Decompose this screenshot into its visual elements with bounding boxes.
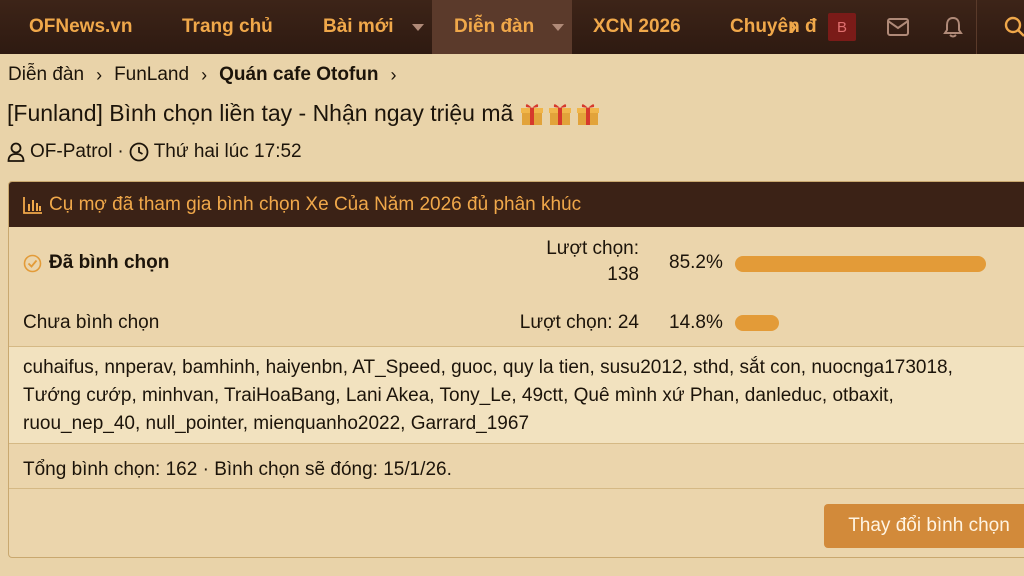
poll-option-label: Chưa bình chọn bbox=[23, 312, 159, 334]
option-percent: 14.8% bbox=[669, 312, 723, 333]
chevron-down-icon[interactable] bbox=[411, 23, 424, 31]
option-votes: Lượt chọn: 138 bbox=[529, 236, 639, 288]
mail-icon[interactable] bbox=[885, 14, 911, 40]
check-circle-icon bbox=[23, 254, 42, 272]
breadcrumb-cafe[interactable]: Quán cafe Otofun bbox=[219, 64, 378, 86]
thread-author[interactable]: OF-Patrol bbox=[30, 141, 112, 163]
option-votes: Lượt chọn: 24 bbox=[489, 310, 639, 336]
voter-list: cuhaifus, nnperav, bamhinh, haiyenbn, AT… bbox=[9, 346, 1024, 444]
voter-line[interactable]: Tướng cướp, minhvan, TraiHoaBang, Lani A… bbox=[23, 382, 1024, 410]
option-label-text: Chưa bình chọn bbox=[23, 312, 160, 333]
nav-home[interactable]: Trang chủ bbox=[182, 0, 273, 54]
nav-forum[interactable]: Diễn đàn bbox=[432, 0, 572, 54]
poll-header: Cụ mợ đã tham gia bình chọn Xe Của Năm 2… bbox=[9, 182, 1024, 227]
user-icon bbox=[7, 142, 25, 162]
poll-block: Cụ mợ đã tham gia bình chọn Xe Của Năm 2… bbox=[8, 181, 1024, 558]
chevron-down-icon[interactable] bbox=[552, 23, 565, 31]
option-votes-label: Lượt chọn: bbox=[519, 312, 613, 333]
bell-icon[interactable] bbox=[940, 14, 966, 40]
poll-summary: Tổng bình chọn: 162 · Bình chọn sẽ đóng:… bbox=[23, 459, 452, 480]
gift-icon bbox=[521, 103, 544, 125]
page-title: [Funland] Bình chọn liền tay - Nhận ngay… bbox=[7, 100, 601, 127]
top-navigation: OFNews.vn Trang chủ Bài mới Diễn đàn XCN… bbox=[0, 0, 1024, 54]
voter-line[interactable]: cuhaifus, nnperav, bamhinh, haiyenbn, AT… bbox=[23, 354, 1024, 382]
option-votes-count: 138 bbox=[607, 264, 639, 285]
nav-forum-label: Diễn đàn bbox=[454, 16, 535, 37]
option-progress-bar bbox=[735, 256, 986, 272]
gift-icon bbox=[549, 103, 572, 125]
breadcrumb: Diễn đàn › FunLand › Quán cafe Otofun › bbox=[8, 64, 408, 86]
nav-divider bbox=[976, 0, 977, 54]
option-progress-bar bbox=[735, 315, 779, 331]
breadcrumb-forum[interactable]: Diễn đàn bbox=[8, 64, 84, 86]
poll-option-label: Đã bình chọn bbox=[23, 252, 169, 274]
poll-option: Chưa bình chọn Lượt chọn: 24 14.8% bbox=[9, 302, 1024, 344]
option-votes-count: 24 bbox=[617, 312, 639, 333]
thread-time[interactable]: Thứ hai lúc 17:52 bbox=[154, 141, 302, 163]
thread-title: [Funland] Bình chọn liền tay - Nhận ngay… bbox=[7, 100, 514, 126]
poll-question: Cụ mợ đã tham gia bình chọn Xe Của Năm 2… bbox=[49, 193, 582, 215]
chevron-right-icon: › bbox=[96, 64, 103, 85]
chevron-right-icon[interactable]: › bbox=[788, 10, 797, 42]
bar-chart-icon bbox=[23, 196, 42, 214]
thread-meta: OF-Patrol · Thứ hai lúc 17:52 bbox=[7, 141, 302, 163]
option-percent: 85.2% bbox=[669, 252, 723, 273]
gift-emojis bbox=[519, 101, 601, 127]
nav-new-posts[interactable]: Bài mới bbox=[323, 0, 424, 54]
nav-xcn-2026[interactable]: XCN 2026 bbox=[593, 0, 681, 54]
gift-icon bbox=[577, 103, 600, 125]
breadcrumb-funland[interactable]: FunLand bbox=[114, 64, 189, 86]
change-vote-button[interactable]: Thay đổi bình chọn bbox=[824, 504, 1024, 548]
option-votes-label: Lượt chọn: bbox=[546, 238, 639, 259]
chevron-right-icon: › bbox=[390, 64, 397, 85]
site-logo[interactable]: OFNews.vn bbox=[29, 0, 132, 54]
nav-topic[interactable]: Chuyên đ bbox=[730, 0, 817, 54]
poll-option: Đã bình chọn Lượt chọn: 138 85.2% bbox=[9, 230, 1024, 300]
divider bbox=[9, 488, 1024, 489]
avatar[interactable]: B bbox=[828, 13, 856, 41]
option-label-text: Đã bình chọn bbox=[49, 252, 170, 273]
nav-new-posts-label: Bài mới bbox=[323, 16, 394, 37]
meta-separator: · bbox=[117, 141, 124, 162]
chevron-right-icon: › bbox=[201, 64, 208, 85]
search-icon[interactable] bbox=[1002, 14, 1024, 40]
clock-icon bbox=[129, 142, 149, 162]
voter-line[interactable]: ruou_nep_40, null_pointer, mienquanho202… bbox=[23, 410, 1024, 438]
